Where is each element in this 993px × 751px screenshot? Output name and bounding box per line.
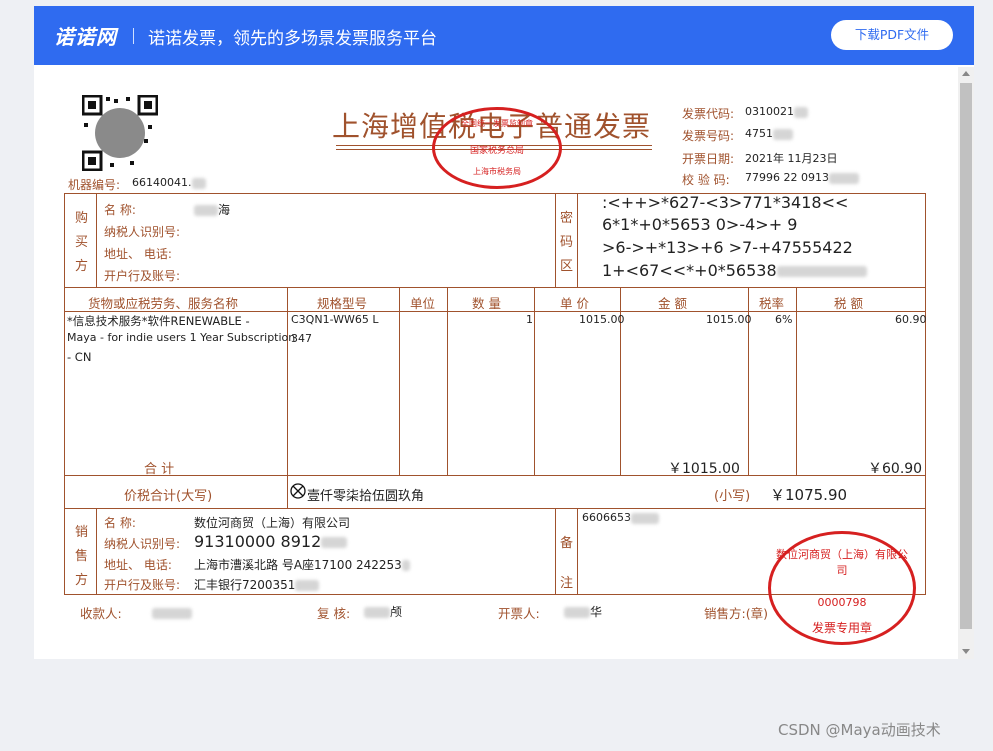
col-header-unit: 单位: [410, 296, 436, 311]
col-line-remark-side: [577, 508, 578, 595]
remark-value: 6606653: [582, 511, 659, 524]
vertical-scrollbar[interactable]: [958, 67, 974, 659]
col-header-tax: 税 额: [834, 296, 863, 311]
scroll-up-arrow-icon[interactable]: [962, 71, 970, 76]
invoice-code-label: 发票代码:: [682, 107, 735, 121]
seller-stamp-label: 销售方:(章): [704, 606, 768, 621]
reviewer-label: 复 核:: [317, 606, 351, 621]
tax-bureau-stamp: 全国统一发票监制章 国家税务总局 上海市税务局: [432, 107, 562, 189]
cross-circle-icon: [290, 483, 306, 499]
total-upper-value: 壹仟零柒拾伍圆玖角: [307, 489, 425, 504]
nuonuo-logo[interactable]: 诺诺网: [54, 21, 117, 50]
machine-no-label: 机器编号:: [68, 178, 121, 192]
cipher-line-1: :<++>*627-<3>771*3418<<: [602, 193, 849, 212]
remark-side-label: 备注: [560, 536, 574, 591]
cipher-side-label: 密码区: [560, 211, 574, 274]
buyer-name-label: 名 称:: [104, 203, 136, 217]
total-small-label: (小写): [714, 489, 751, 504]
col-line-total: [287, 475, 288, 508]
col-header-model: 规格型号: [317, 296, 368, 311]
header-slogan: 诺诺发票，领先的多场景发票服务平台: [148, 29, 437, 49]
issuer-value: 华: [564, 603, 602, 620]
machine-no-value: 66140041.: [132, 176, 206, 189]
check-code-label: 校 验 码:: [682, 173, 730, 187]
item-name-line-2: Maya - for indie users 1 Year Subscripti…: [67, 331, 296, 344]
col-line-price: [534, 287, 535, 475]
item-rate: 6%: [775, 313, 793, 326]
row-line-total: [64, 508, 926, 509]
item-model-line-2: 347: [291, 332, 312, 345]
col-header-amount: 金 额: [658, 296, 687, 311]
subtotal-tax: ￥60.90: [868, 461, 923, 477]
issuer-label: 开票人:: [498, 606, 540, 621]
seller-name-label: 名 称:: [104, 516, 136, 530]
col-line-model: [287, 287, 288, 475]
csdn-watermark: CSDN @Maya动画技术: [778, 721, 941, 739]
col-line-tax: [796, 287, 797, 475]
total-upper-label: 价税合计(大写): [124, 489, 213, 504]
reviewer-value: 颅: [364, 603, 402, 620]
item-qty: 1: [526, 313, 533, 326]
invoice-number-value: 4751: [745, 127, 793, 140]
col-line-remark-left: [555, 508, 556, 595]
buyer-addr-label: 地址、 电话:: [104, 247, 172, 261]
col-line-cipher-left: [555, 193, 556, 287]
payee-label: 收款人:: [80, 606, 122, 621]
top-bar: 诺诺网 诺诺发票，领先的多场景发票服务平台 下载PDF文件: [34, 6, 974, 65]
col-header-rate: 税率: [759, 296, 785, 311]
payee-value: [152, 603, 192, 622]
invoice-code-value: 0310021: [745, 105, 808, 118]
item-price: 1015.00: [579, 313, 625, 326]
invoice-date-value: 2021年 11月23日: [745, 152, 838, 165]
item-tax: 60.90: [895, 313, 927, 326]
cipher-line-4: 1+<67<<*+0*56538: [602, 261, 867, 280]
download-pdf-button[interactable]: 下载PDF文件: [831, 20, 953, 50]
header-divider: [133, 28, 134, 44]
invoice-number-label: 发票号码:: [682, 129, 735, 143]
seller-taxid-value: 91310000 8912: [194, 532, 348, 551]
invoice-date-label: 开票日期:: [682, 152, 735, 166]
cipher-line-3: >6->+*13>+6 >7-+47555422: [602, 238, 853, 257]
col-line-seller-side: [96, 508, 97, 595]
item-name-line-3: - CN: [67, 350, 92, 364]
col-line-qty: [447, 287, 448, 475]
item-name-line-1: *信息技术服务*软件RENEWABLE -: [67, 314, 250, 328]
col-line-unit: [399, 287, 400, 475]
col-line-buyer-side: [96, 193, 97, 287]
seller-name-value: 数位河商贸（上海）有限公司: [194, 516, 351, 530]
cipher-line-2: 6*1*+0*5653 0>-4>+ 9: [602, 215, 798, 234]
total-small-value: ￥1075.90: [770, 486, 848, 504]
subtotal-label: 合 计: [144, 462, 175, 477]
seller-invoice-stamp: 数位河商贸（上海）有限公司 0000798 发票专用章: [768, 531, 916, 645]
item-amount: 1015.00: [706, 313, 752, 326]
seller-bank-label: 开户行及账号:: [104, 578, 181, 592]
seller-addr-label: 地址、 电话:: [104, 558, 172, 572]
item-model-line-1: C3QN1-WW65 L: [291, 313, 379, 326]
col-header-price: 单 价: [560, 296, 589, 311]
seller-bank-value: 汇丰银行7200351: [194, 576, 320, 593]
seller-taxid-label: 纳税人识别号:: [104, 537, 181, 551]
seller-side-label: 销售方: [75, 525, 89, 588]
qr-code: [81, 94, 159, 172]
buyer-name-value: 海: [194, 201, 230, 218]
buyer-bank-label: 开户行及账号:: [104, 269, 181, 283]
buyer-side-label: 购买方: [75, 211, 89, 274]
check-code-value: 77996 22 0913: [745, 171, 859, 184]
scrollbar-thumb[interactable]: [960, 83, 972, 629]
buyer-taxid-label: 纳税人识别号:: [104, 225, 181, 239]
seller-addr-value: 上海市漕溪北路 号A座17100 242253: [194, 556, 410, 573]
subtotal-amount: ￥1015.00: [668, 461, 740, 477]
scroll-down-arrow-icon[interactable]: [962, 649, 970, 654]
invoice-viewer: 机器编号: 66140041. 上海增值税电子普通发票 全国统一发票监制章 国家…: [34, 65, 974, 659]
col-line-cipher-side: [577, 193, 578, 287]
row-line-subtotal: [64, 475, 926, 476]
col-header-qty: 数 量: [472, 296, 501, 311]
col-header-name: 货物或应税劳务、服务名称: [88, 296, 239, 311]
